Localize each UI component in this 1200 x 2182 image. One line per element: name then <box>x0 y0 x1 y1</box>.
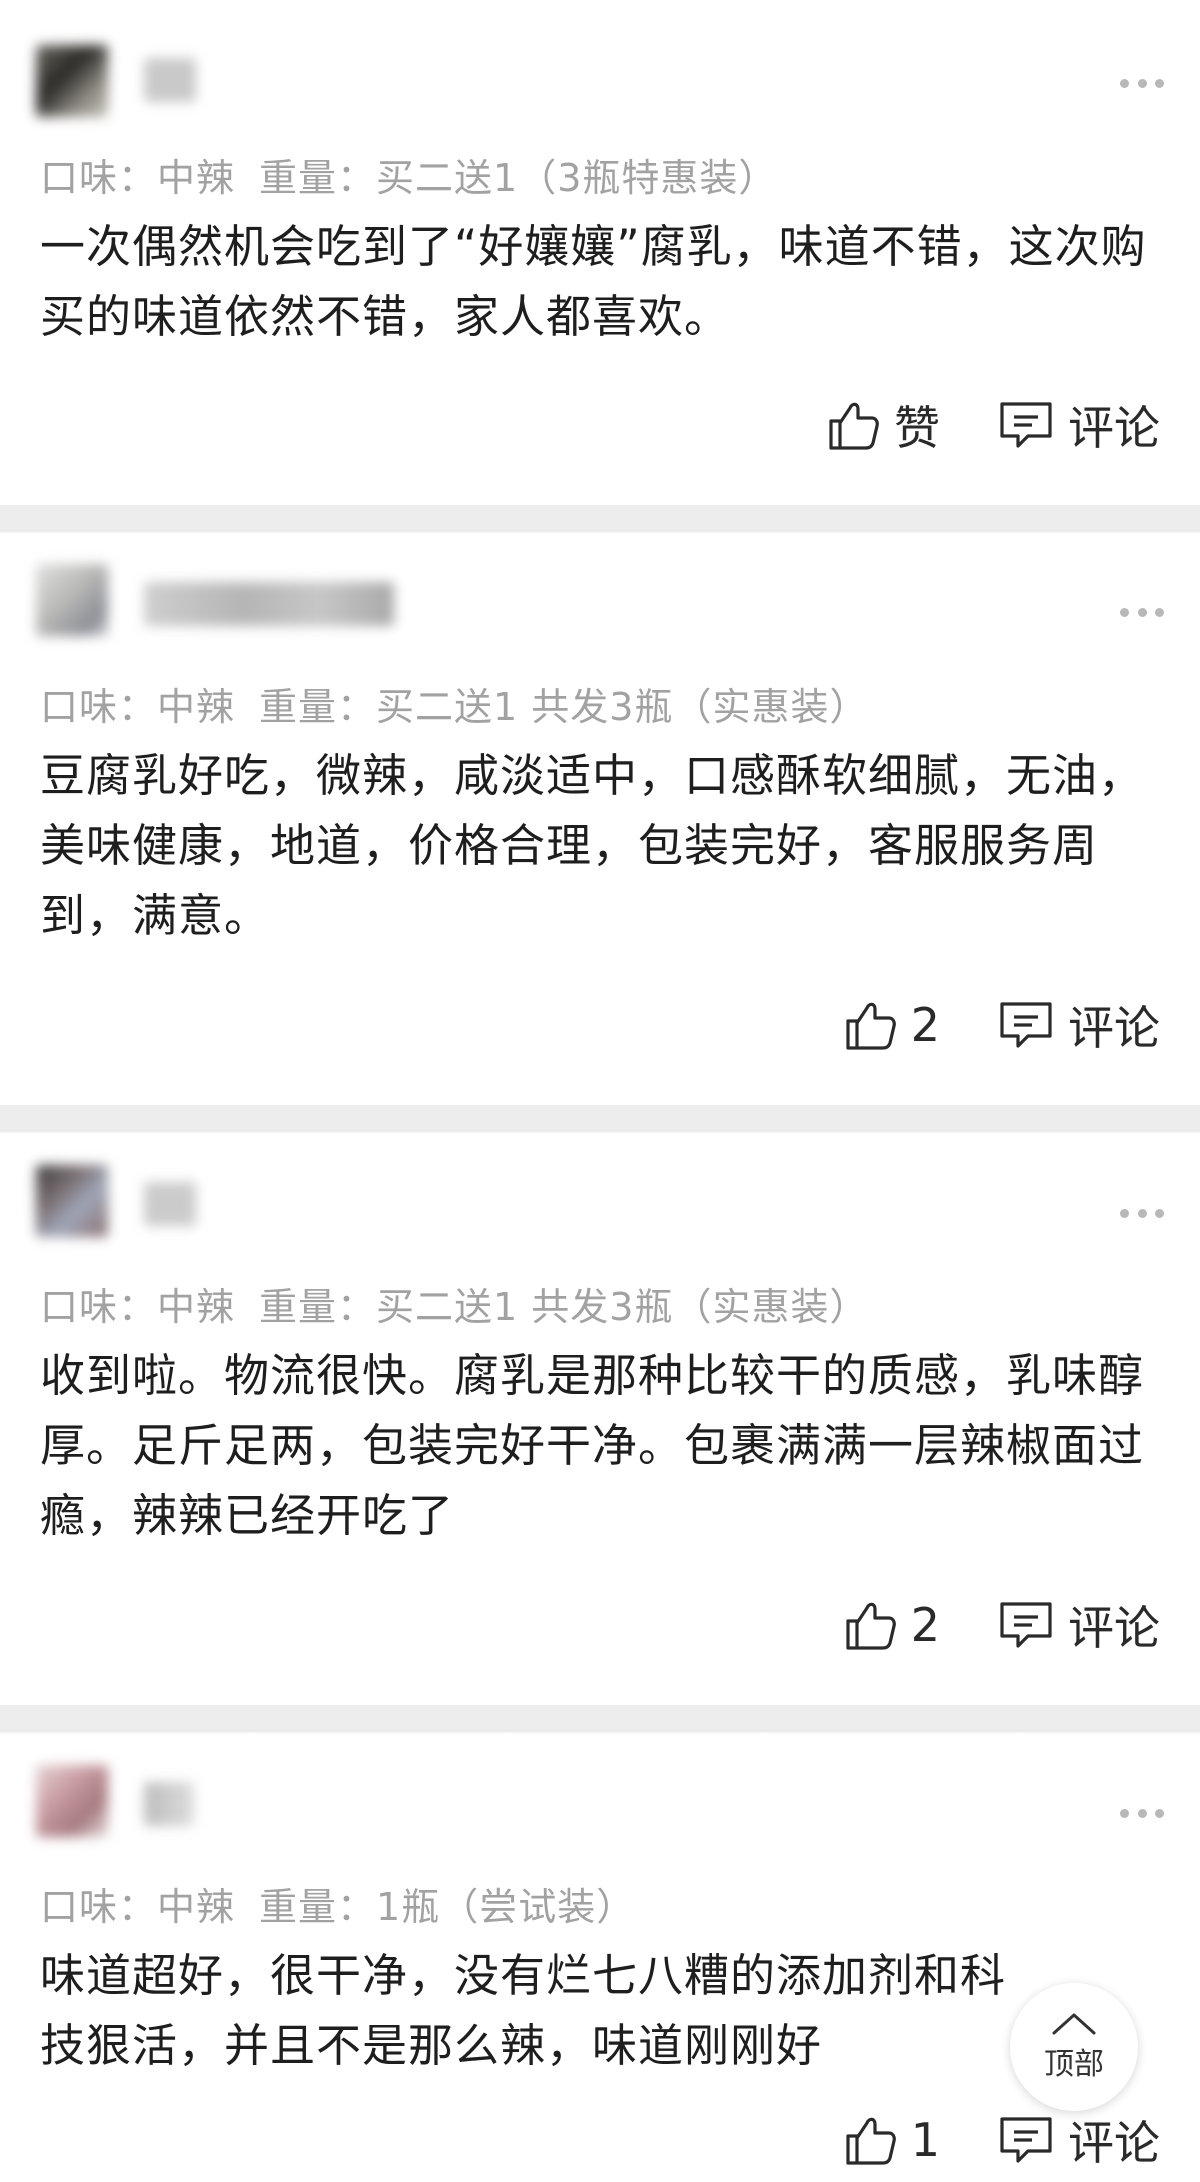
comment-label: 评论 <box>1068 1001 1160 1055</box>
spec-weight: 重量：买二送1 共发3瓶（实惠装） <box>259 1285 869 1329</box>
review-card: 口味：中辣 重量：买二送1 共发3瓶（实惠装） 收到啦。物流很快。腐乳是那种比较干… <box>0 1130 1200 1705</box>
back-to-top-label: 顶部 <box>1044 2047 1104 2082</box>
avatar[interactable] <box>36 1765 108 1837</box>
thumbs-up-icon <box>846 1602 896 1650</box>
like-count: 2 <box>910 998 940 1052</box>
chevron-up-icon <box>1052 2013 1096 2035</box>
review-card: 口味：中辣 重量：买二送1（3瓶特惠装） 一次偶然机会吃到了“好孃孃”腐乳，味道不… <box>0 0 1200 505</box>
like-count: 赞 <box>894 401 940 455</box>
thumbs-up-icon <box>829 402 879 450</box>
spec-flavor: 口味：中辣 <box>40 685 236 729</box>
review-card: 口味：中辣 重量：1瓶（尝试装） 味道超好，很干净，没有烂七八糟的添加剂和科技狠活… <box>0 1730 1200 2182</box>
spec-flavor: 口味：中辣 <box>40 156 236 200</box>
username[interactable] <box>144 58 196 102</box>
more-dots-icon[interactable] <box>1120 1207 1164 1219</box>
more-dots-icon[interactable] <box>1120 77 1164 89</box>
spec-weight: 重量：1瓶（尝试装） <box>259 1885 636 1929</box>
spec-line: 口味：中辣 重量：买二送1 共发3瓶（实惠装） <box>40 1276 1160 1331</box>
spec-weight: 重量：买二送1（3瓶特惠装） <box>259 156 778 200</box>
username[interactable] <box>144 582 394 626</box>
review-actions: 2 评论 <box>843 1595 1160 1655</box>
comment-icon <box>1000 2117 1052 2163</box>
review-card: 口味：中辣 重量：买二送1 共发3瓶（实惠装） 豆腐乳好吃，微辣，咸淡适中，口感酥… <box>0 530 1200 1105</box>
spec-line: 口味：中辣 重量：买二送1（3瓶特惠装） <box>40 147 1160 202</box>
review-text: 一次偶然机会吃到了“好孃孃”腐乳，味道不错，这次购买的味道依然不错，家人都喜欢。 <box>40 220 1147 343</box>
comment-icon <box>1000 1002 1052 1048</box>
avatar[interactable] <box>36 45 108 117</box>
comment-icon <box>1000 1602 1052 1648</box>
spec-line: 口味：中辣 重量：买二送1 共发3瓶（实惠装） <box>40 676 1160 731</box>
spec-flavor: 口味：中辣 <box>40 1285 236 1329</box>
avatar[interactable] <box>36 564 108 636</box>
review-text: 味道超好，很干净，没有烂七八糟的添加剂和科技狠活，并且不是那么辣，味道刚刚好 <box>40 1949 1007 2072</box>
comment-label: 评论 <box>1068 1601 1160 1655</box>
review-actions: 2 评论 <box>843 995 1160 1055</box>
spec-weight: 重量：买二送1 共发3瓶（实惠装） <box>259 685 869 729</box>
review-text: 收到啦。物流很快。腐乳是那种比较干的质感，乳味醇厚。足斤足两，包装完好干净。包裹… <box>40 1349 1145 1542</box>
review-text: 豆腐乳好吃，微辣，咸淡适中，口感酥软细腻，无油，美味健康，地道，价格合理，包装完… <box>40 749 1145 942</box>
review-actions: 1 评论 <box>843 2110 1160 2170</box>
more-dots-icon[interactable] <box>1120 606 1164 618</box>
username[interactable] <box>144 1182 196 1226</box>
review-actions: 赞 评论 <box>826 395 1160 455</box>
spec-flavor: 口味：中辣 <box>40 1885 236 1929</box>
like-button[interactable]: 1 <box>843 2113 940 2167</box>
like-count: 2 <box>910 1598 940 1652</box>
more-dots-icon[interactable] <box>1120 1807 1164 1819</box>
comment-label: 评论 <box>1068 401 1160 455</box>
username[interactable] <box>144 1782 194 1826</box>
spec-line: 口味：中辣 重量：1瓶（尝试装） <box>40 1876 1160 1931</box>
back-to-top-button[interactable]: 顶部 <box>1010 1983 1138 2111</box>
comment-button[interactable]: 评论 <box>998 1592 1160 1658</box>
comment-button[interactable]: 评论 <box>998 992 1160 1058</box>
comment-button[interactable]: 评论 <box>998 2107 1160 2173</box>
like-button[interactable]: 赞 <box>826 392 940 458</box>
thumbs-up-icon <box>846 2117 896 2165</box>
comment-label: 评论 <box>1068 2116 1160 2170</box>
like-count: 1 <box>910 2113 940 2167</box>
avatar[interactable] <box>36 1165 108 1237</box>
like-button[interactable]: 2 <box>843 998 940 1052</box>
like-button[interactable]: 2 <box>843 1598 940 1652</box>
comment-button[interactable]: 评论 <box>998 392 1160 458</box>
thumbs-up-icon <box>846 1002 896 1050</box>
comment-icon <box>1000 402 1052 448</box>
